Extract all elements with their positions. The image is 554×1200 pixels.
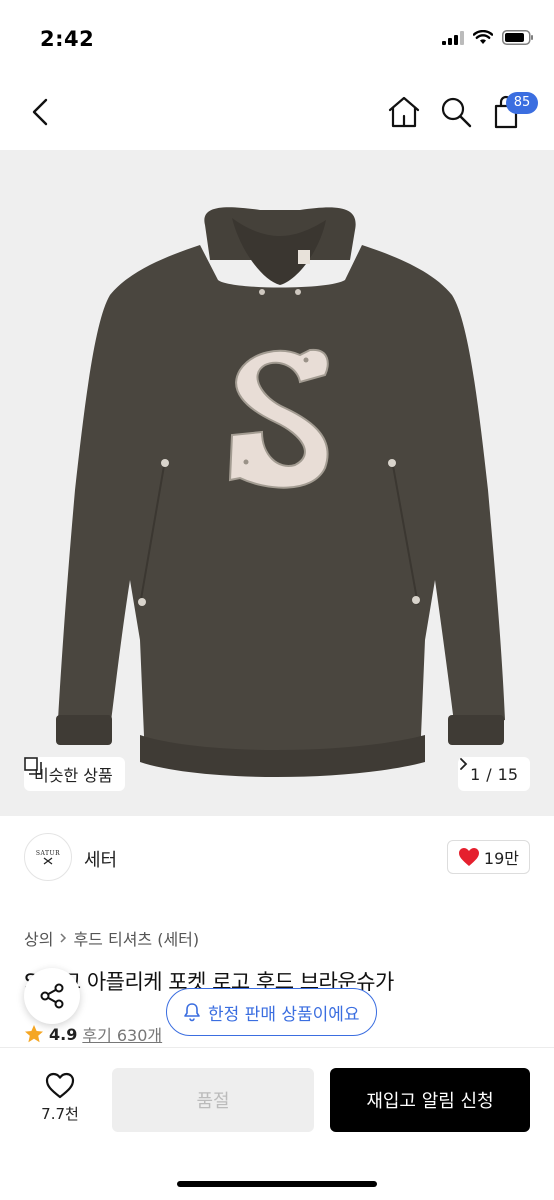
rating-row: 4.9 후기 630개 <box>24 1022 162 1046</box>
limited-sale-label: 한정 판매 상품이에요 <box>208 1004 360 1025</box>
status-icons <box>442 30 534 45</box>
battery-icon <box>502 30 533 45</box>
breadcrumb-category[interactable]: 상의 <box>24 926 53 950</box>
similar-products-label: 비슷한 상품 <box>34 766 113 785</box>
back-button[interactable] <box>26 94 58 130</box>
rating-value: 4.9 <box>49 1024 78 1044</box>
hoodie-image <box>56 207 505 777</box>
brand-like-count: 19만 <box>483 849 519 868</box>
similar-icon <box>24 757 42 775</box>
similar-products-button[interactable]: 비슷한 상품 <box>24 757 125 791</box>
brand-logo[interactable]: SATUR <box>24 833 72 881</box>
page-total: 15 <box>497 764 518 784</box>
wishlist-count: 7.7천 <box>41 1105 79 1123</box>
brand-like-button[interactable]: 19만 <box>446 840 530 874</box>
wishlist-button[interactable]: 7.7천 <box>20 1072 100 1132</box>
search-icon <box>441 97 472 128</box>
chevron-right-icon <box>460 758 468 770</box>
soldout-button: 품절 <box>112 1068 314 1132</box>
breadcrumb-subcategory[interactable]: 후드 티셔츠 (세터) <box>73 926 199 950</box>
image-page-indicator[interactable]: 1 / 15 <box>458 757 530 791</box>
top-nav <box>0 80 554 150</box>
brand-logo-text: SATUR <box>35 849 61 857</box>
chevron-left-icon <box>32 98 48 126</box>
review-count-link[interactable]: 후기 630개 <box>82 1022 162 1046</box>
bell-icon <box>184 1003 200 1022</box>
cart-count-badge: 85 <box>506 92 538 114</box>
page-separator: / <box>486 764 492 784</box>
home-button[interactable] <box>385 94 423 130</box>
signal-icon <box>442 30 464 45</box>
home-icon <box>388 96 420 128</box>
home-indicator <box>177 1181 377 1187</box>
brand-name[interactable]: 세터 <box>84 846 117 872</box>
bottom-action-bar: 7.7천 품절 재입고 알림 신청 <box>0 1047 554 1200</box>
restock-alert-button[interactable]: 재입고 알림 신청 <box>330 1068 530 1132</box>
brand-row: SATUR 세터 19만 <box>0 816 554 900</box>
chevron-right-icon <box>60 933 67 943</box>
wifi-icon <box>473 30 493 44</box>
breadcrumb: 상의 후드 티셔츠 (세터) <box>24 926 199 950</box>
limited-sale-toast: 한정 판매 상품이에요 <box>166 988 377 1036</box>
heart-filled-icon <box>458 848 479 866</box>
heart-outline-icon <box>45 1072 75 1099</box>
share-button[interactable] <box>24 968 80 1024</box>
status-time: 2:42 <box>40 27 95 51</box>
search-button[interactable] <box>438 94 474 130</box>
brand-mark-icon <box>43 857 53 864</box>
status-bar: 2:42 <box>0 0 554 80</box>
share-icon <box>40 983 64 1009</box>
product-image-carousel[interactable]: 비슷한 상품 1 / 15 <box>0 150 554 816</box>
star-icon <box>25 1025 43 1043</box>
page-current: 1 <box>470 764 481 784</box>
